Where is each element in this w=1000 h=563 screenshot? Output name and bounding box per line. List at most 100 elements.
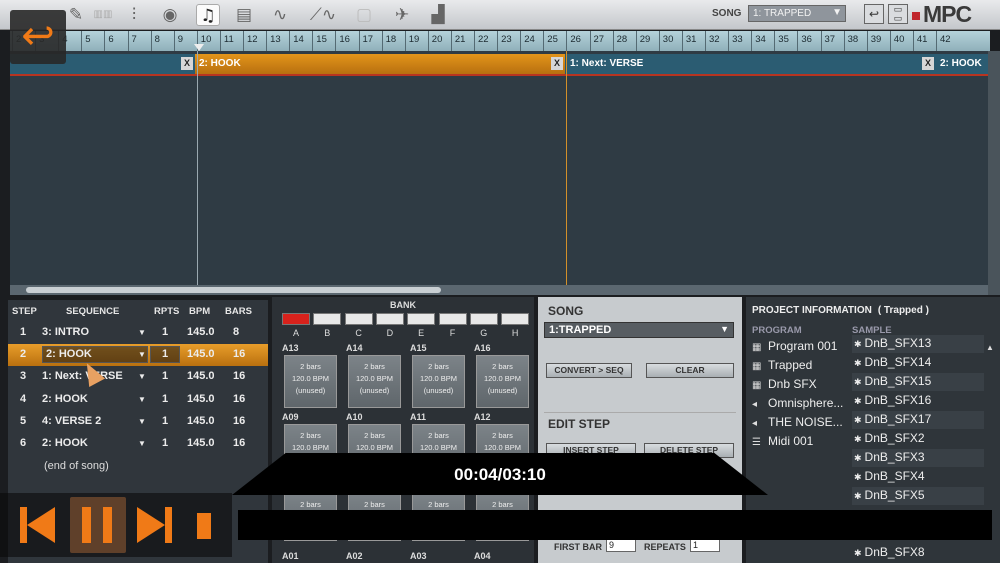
ruler-bar-15[interactable]: 15 xyxy=(312,31,327,51)
repeats-value[interactable]: 1 xyxy=(162,393,168,405)
close-icon[interactable]: X xyxy=(181,57,193,70)
sequence-pad[interactable]: 2 bars 120.0 BPM (unused) xyxy=(476,355,529,408)
note-icon[interactable]: ♫ xyxy=(196,4,220,26)
pause-button[interactable] xyxy=(70,497,126,553)
ruler-bar-18[interactable]: 18 xyxy=(381,31,396,51)
bank-button-a[interactable] xyxy=(282,313,310,325)
vertical-scrollbar[interactable] xyxy=(988,51,1000,295)
wave-icon[interactable]: ∿ xyxy=(268,4,292,26)
step-row[interactable]: 4 2: HOOK ▼ 1 145.0 16 xyxy=(8,389,268,411)
envelope-icon[interactable]: ▢ xyxy=(352,4,376,26)
edit-icon[interactable]: ✎ xyxy=(64,4,88,26)
arrange-view[interactable]: X 2: HOOK X 1: Next: VERSE X 2: HOOK xyxy=(10,51,988,285)
bar-ruler[interactable]: 2345678910111213141516171819202122232425… xyxy=(10,31,990,51)
ruler-bar-12[interactable]: 12 xyxy=(243,31,258,51)
loop-icon[interactable]: ↩ xyxy=(864,4,884,24)
ruler-bar-13[interactable]: 13 xyxy=(266,31,281,51)
ruler-bar-27[interactable]: 27 xyxy=(589,31,604,51)
step-icon[interactable]: ▥▥ xyxy=(90,4,116,26)
sequence-select[interactable]: 2: HOOK xyxy=(42,437,88,449)
program-item[interactable]: ▦ Dnb SFX xyxy=(752,377,817,391)
ruler-bar-11[interactable]: 11 xyxy=(219,31,234,51)
horizontal-scrollbar[interactable] xyxy=(10,285,988,295)
repeats-field[interactable]: 1 xyxy=(690,539,720,552)
ruler-bar-35[interactable]: 35 xyxy=(774,31,789,51)
bank-button-d[interactable] xyxy=(375,313,404,325)
ruler-bar-40[interactable]: 40 xyxy=(889,31,904,51)
ruler-bar-37[interactable]: 37 xyxy=(820,31,835,51)
bank-button-h[interactable] xyxy=(501,313,530,325)
fx-icon[interactable]: ✈ xyxy=(390,4,414,26)
ruler-bar-21[interactable]: 21 xyxy=(450,31,465,51)
track-clip-4[interactable]: 2: HOOK xyxy=(936,54,988,74)
ruler-bar-7[interactable]: 7 xyxy=(127,31,137,51)
first-bar-field[interactable]: 9 xyxy=(606,539,636,552)
ruler-bar-17[interactable]: 17 xyxy=(358,31,373,51)
bank-button-b[interactable] xyxy=(313,313,342,325)
bank-button-f[interactable] xyxy=(438,313,467,325)
slice-icon[interactable]: ⟋∿ xyxy=(305,4,341,26)
sample-item[interactable]: ✱ DnB_SFX2 xyxy=(852,430,984,448)
sample-item[interactable]: ✱ DnB_SFX15 xyxy=(852,373,984,391)
program-item[interactable]: ▦ Program 001 xyxy=(752,339,837,353)
bank-button-c[interactable] xyxy=(344,313,373,325)
repeats-value[interactable]: 1 xyxy=(162,415,168,427)
eye-icon[interactable]: ◉ xyxy=(158,4,182,26)
chevron-down-icon[interactable]: ▼ xyxy=(138,395,146,404)
sample-item[interactable]: ✱ DnB_SFX5 xyxy=(852,487,984,505)
close-icon[interactable]: X xyxy=(551,57,563,70)
program-item[interactable]: ◂ Omnisphere... xyxy=(752,396,843,410)
back-button[interactable]: ↩ xyxy=(10,10,66,64)
sequence-select[interactable]: 2: HOOK xyxy=(42,393,88,405)
song-dropdown[interactable]: 1:TRAPPED ▼ xyxy=(544,322,734,338)
sample-item[interactable]: ✱ DnB_SFX13 xyxy=(852,335,984,353)
playhead-marker-icon[interactable] xyxy=(194,44,204,51)
step-row[interactable]: 6 2: HOOK ▼ 1 145.0 16 xyxy=(8,433,268,455)
ruler-bar-28[interactable]: 28 xyxy=(612,31,627,51)
ruler-bar-41[interactable]: 41 xyxy=(912,31,927,51)
chevron-down-icon[interactable]: ▼ xyxy=(138,372,146,381)
ruler-bar-30[interactable]: 30 xyxy=(658,31,673,51)
repeats-value[interactable]: 1 xyxy=(162,437,168,449)
repeats-value[interactable]: 1 xyxy=(162,370,168,382)
program-item[interactable]: ▦ Trapped xyxy=(752,358,812,372)
ruler-bar-26[interactable]: 26 xyxy=(566,31,581,51)
ruler-bar-6[interactable]: 6 xyxy=(104,31,114,51)
chevron-down-icon[interactable]: ▼ xyxy=(138,417,146,426)
song-select[interactable]: 1: TRAPPED ▼ xyxy=(748,5,846,22)
chevron-down-icon[interactable]: ▼ xyxy=(138,328,146,337)
ruler-bar-29[interactable]: 29 xyxy=(635,31,650,51)
ruler-bar-16[interactable]: 16 xyxy=(335,31,350,51)
ruler-bar-31[interactable]: 31 xyxy=(681,31,696,51)
ruler-bar-8[interactable]: 8 xyxy=(150,31,160,51)
progress-bar[interactable] xyxy=(238,510,992,540)
sample-item[interactable]: ✱ DnB_SFX14 xyxy=(852,354,984,372)
track-clip-3[interactable]: 1: Next: VERSE X xyxy=(566,54,936,74)
ruler-bar-36[interactable]: 36 xyxy=(797,31,812,51)
step-row[interactable]: 3 1: Next: VERSE ▼ 1 145.0 16 xyxy=(8,366,268,388)
ruler-bar-33[interactable]: 33 xyxy=(728,31,743,51)
sample-item[interactable]: ✱ DnB_SFX4 xyxy=(852,468,984,486)
step-row[interactable]: 5 4: VERSE 2 ▼ 1 145.0 16 xyxy=(8,411,268,433)
ruler-bar-39[interactable]: 39 xyxy=(866,31,881,51)
ruler-bar-25[interactable]: 25 xyxy=(543,31,558,51)
ruler-bar-14[interactable]: 14 xyxy=(289,31,304,51)
track-clip-2[interactable]: 2: HOOK X xyxy=(195,54,565,74)
close-icon[interactable]: X xyxy=(922,57,934,70)
ruler-bar-38[interactable]: 38 xyxy=(843,31,858,51)
bank-button-g[interactable] xyxy=(469,313,498,325)
chevron-down-icon[interactable]: ▼ xyxy=(138,439,146,448)
chevron-down-icon[interactable]: ▼ xyxy=(138,350,146,359)
ruler-bar-9[interactable]: 9 xyxy=(173,31,183,51)
ruler-bar-32[interactable]: 32 xyxy=(705,31,720,51)
scroll-up-icon[interactable]: ▲ xyxy=(986,343,994,352)
step-row[interactable]: 1 3: INTRO ▼ 1 145.0 8 xyxy=(8,322,268,344)
ruler-bar-34[interactable]: 34 xyxy=(751,31,766,51)
step-row[interactable]: 2 2: HOOK ▼ 1 145.0 16 xyxy=(8,344,268,367)
ruler-bar-22[interactable]: 22 xyxy=(474,31,489,51)
sample-item[interactable]: ✱ DnB_SFX3 xyxy=(852,449,984,467)
program-item[interactable]: ◂ THE NOISE... xyxy=(752,415,843,429)
sequence-pad[interactable]: 2 bars 120.0 BPM (unused) xyxy=(412,355,465,408)
repeats-value[interactable]: 1 xyxy=(162,326,168,338)
sample-item[interactable]: ✱ DnB_SFX17 xyxy=(852,411,984,429)
